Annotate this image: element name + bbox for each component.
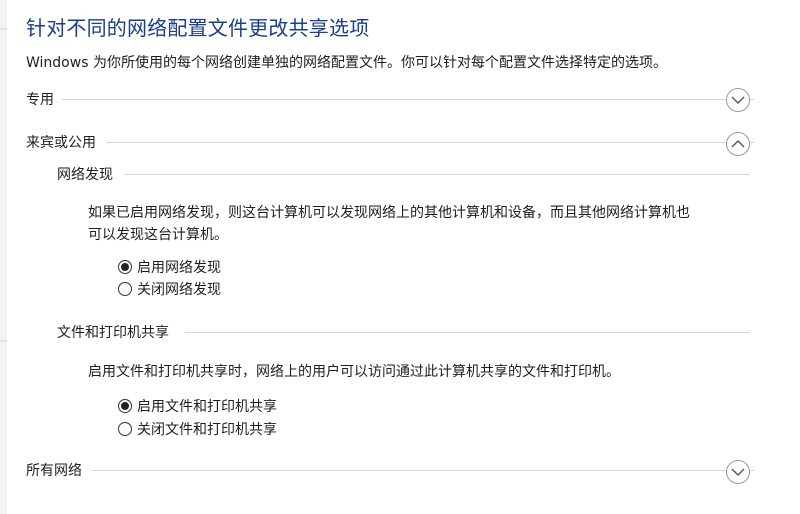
radio-enable-file-printer-sharing[interactable]: 启用文件和打印机共享 (118, 396, 277, 416)
file-printer-sharing-heading: 文件和打印机共享 (57, 325, 169, 341)
section-divider (106, 142, 754, 143)
radio-label: 关闭网络发现 (137, 282, 221, 298)
page-title: 针对不同的网络配置文件更改共享选项 (26, 16, 370, 40)
subsection-divider (125, 174, 750, 175)
network-discovery-description: 如果已启用网络发现，则这台计算机可以发现网络上的其他计算机和设备，而且其他网络计… (88, 202, 690, 246)
edge-mark (0, 340, 7, 342)
section-divider (62, 99, 754, 100)
radio-button-selected[interactable] (118, 260, 132, 274)
network-discovery-header: 网络发现 (57, 164, 750, 184)
section-private-label: 专用 (26, 92, 54, 108)
radio-button[interactable] (118, 282, 132, 296)
subsection-divider (185, 332, 750, 333)
section-all-networks-label: 所有网络 (26, 463, 82, 479)
edge-mark (0, 28, 7, 30)
network-discovery-heading: 网络发现 (57, 167, 113, 183)
page-description: Windows 为你所使用的每个网络创建单独的网络配置文件。你可以针对每个配置文… (26, 55, 667, 71)
chevron-down-icon[interactable] (726, 88, 750, 112)
section-guest-public-header[interactable]: 来宾或公用 (26, 132, 754, 152)
network-discovery-text-line1: 如果已启用网络发现，则这台计算机可以发现网络上的其他计算机和设备，而且其他网络计… (88, 205, 690, 221)
radio-label: 启用网络发现 (137, 260, 221, 276)
section-private-header[interactable]: 专用 (26, 89, 754, 109)
file-printer-sharing-description: 启用文件和打印机共享时，网络上的用户可以访问通过此计算机共享的文件和打印机。 (88, 364, 620, 380)
left-panel-edge (0, 0, 7, 514)
radio-disable-file-printer-sharing[interactable]: 关闭文件和打印机共享 (118, 419, 277, 439)
radio-disable-network-discovery[interactable]: 关闭网络发现 (118, 279, 221, 299)
file-printer-sharing-header: 文件和打印机共享 (57, 322, 750, 342)
chevron-up-icon[interactable] (726, 132, 750, 156)
section-guest-public-label: 来宾或公用 (26, 135, 96, 151)
radio-button-selected[interactable] (118, 399, 132, 413)
section-divider (92, 470, 754, 471)
radio-label: 启用文件和打印机共享 (137, 399, 277, 415)
network-discovery-text-line2: 可以发现这台计算机。 (88, 227, 228, 243)
chevron-down-icon[interactable] (726, 460, 750, 484)
radio-button[interactable] (118, 422, 132, 436)
radio-label: 关闭文件和打印机共享 (137, 422, 277, 438)
section-all-networks-header[interactable]: 所有网络 (26, 460, 754, 480)
radio-enable-network-discovery[interactable]: 启用网络发现 (118, 257, 221, 277)
